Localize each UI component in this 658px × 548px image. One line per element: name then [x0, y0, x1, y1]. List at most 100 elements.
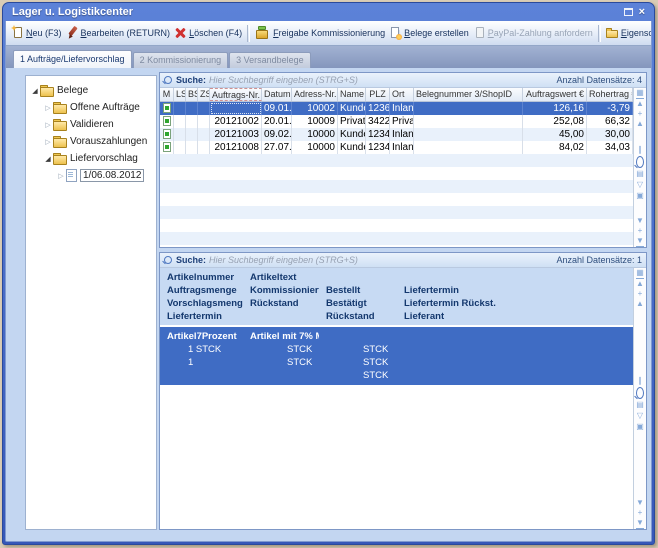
- grid-view-icon[interactable]: ▤: [636, 169, 644, 179]
- cell-plz: 1234: [366, 128, 390, 141]
- cell-ort: Inland: [390, 141, 414, 154]
- scroll-top-icon[interactable]: ▲: [636, 278, 644, 289]
- tab-shipping[interactable]: 3 Versandbelege: [229, 52, 311, 68]
- tree-node-liefervorschlag-1[interactable]: ▷1/06.08.2012: [26, 167, 156, 184]
- toolbar-button-edit[interactable]: Bearbeiten (RETURN): [64, 25, 173, 41]
- filter-icon[interactable]: ▽: [637, 411, 643, 421]
- column-chooser-icon[interactable]: ▦: [636, 268, 644, 278]
- column-header-7[interactable]: Name: [338, 88, 366, 101]
- tree-node-liefervorschlag[interactable]: ◢Liefervorschlag: [26, 150, 156, 167]
- cell-auftragswert: 126,16: [523, 102, 587, 115]
- scroll-bottom-icon[interactable]: ▼: [636, 236, 644, 247]
- export-icon[interactable]: ▣: [636, 191, 644, 201]
- add-record-icon[interactable]: +: [638, 289, 643, 299]
- scroll-up-group: ▲+▲: [636, 98, 644, 129]
- search-icon[interactable]: [636, 156, 644, 168]
- close-button[interactable]: ×: [639, 7, 645, 17]
- tree-panel: ◢Belege▷Offene Aufträge▷Validieren▷Vorau…: [25, 75, 157, 530]
- scroll-down-group: ▼+▼: [636, 498, 644, 529]
- tree-node-belege[interactable]: ◢Belege: [26, 82, 156, 99]
- folder-icon: [40, 85, 54, 96]
- order-row-icon-cell: [160, 141, 174, 154]
- field-label-row: AuftragsmengeKommissioniertBestelltLiefe…: [160, 284, 633, 297]
- column-chooser-icon[interactable]: ▦: [636, 88, 644, 98]
- cell-belegnummer: [414, 141, 523, 154]
- resize-columns-icon[interactable]: ∥: [638, 145, 642, 155]
- orders-grid: MLSBSZSAuftrags-Nr.DatumAdress-Nr.NamePL…: [160, 88, 633, 247]
- scroll-up-icon[interactable]: ▲: [636, 119, 644, 129]
- field-label: Auftragsmenge: [160, 284, 243, 297]
- cell-zs: [198, 141, 210, 154]
- add-record-icon[interactable]: +: [638, 508, 643, 518]
- selected-item-record[interactable]: Artikel7ProzentArtikel mit 7% MwSt.1 STC…: [160, 327, 633, 385]
- toolbar-button-delete[interactable]: Löschen (F4): [172, 25, 244, 41]
- add-record-icon[interactable]: +: [638, 226, 643, 236]
- tree-node-validieren[interactable]: ▷Validieren: [26, 116, 156, 133]
- tree-node-offene-auftraege[interactable]: ▷Offene Aufträge: [26, 99, 156, 116]
- scroll-down-icon[interactable]: ▼: [636, 498, 644, 508]
- column-header-2[interactable]: BS: [186, 88, 198, 101]
- toolbar-button-release-picking[interactable]: Freigabe Kommissionierung: [253, 25, 387, 41]
- cell-ls: [174, 102, 186, 115]
- toolbar-button-create-documents[interactable]: Belege erstellen: [387, 25, 471, 41]
- cell-auftragswert: 45,00: [523, 128, 587, 141]
- collapsed-arrow-icon[interactable]: ▷: [43, 104, 53, 112]
- column-header-9[interactable]: Ort: [390, 88, 414, 101]
- order-row[interactable]: 09.01.10002Kunde1236Inland126,16-3,79: [160, 102, 633, 115]
- column-header-11[interactable]: Auftragswert €: [523, 88, 587, 101]
- column-header-4[interactable]: Auftrags-Nr.: [210, 88, 262, 101]
- grid-view-icon[interactable]: ▤: [636, 400, 644, 410]
- orders-search-input[interactable]: Hier Suchbegriff eingeben (STRG+S): [209, 75, 553, 85]
- record-value: Artikel7Prozent: [160, 330, 243, 343]
- order-row[interactable]: 2012100309.02.10000Kunde1234Inland45,003…: [160, 128, 633, 141]
- scroll-down-icon[interactable]: ▼: [636, 216, 644, 226]
- items-record-count: Anzahl Datensätze: 1: [556, 255, 642, 265]
- record-value: Artikel mit 7% MwSt.: [243, 330, 319, 343]
- cell-datum: 09.02.: [262, 128, 292, 141]
- empty-row: [160, 180, 633, 193]
- tab-picking[interactable]: 2 Kommissionierung: [133, 52, 229, 68]
- column-header-5[interactable]: Datum: [262, 88, 292, 101]
- export-icon[interactable]: ▣: [636, 422, 644, 432]
- column-header-10[interactable]: Belegnummer 3/ShopID: [414, 88, 523, 101]
- tree-node-vorauszahlungen[interactable]: ▷Vorauszahlungen: [26, 133, 156, 150]
- scroll-bottom-icon[interactable]: ▼: [636, 518, 644, 529]
- restore-button[interactable]: [624, 8, 633, 16]
- titlebar: Lager u. Logistikcenter ×: [5, 3, 652, 21]
- column-header-3[interactable]: ZS: [198, 88, 210, 101]
- column-header-8[interactable]: PLZ: [366, 88, 390, 101]
- items-search-input[interactable]: Hier Suchbegriff eingeben (STRG+S): [209, 255, 553, 265]
- cell-adress_nr: 10002: [292, 102, 338, 115]
- toolbar-button-new[interactable]: Neu (F3): [9, 25, 64, 41]
- toolbar-button-label: Belege erstellen: [404, 28, 469, 38]
- collapsed-arrow-icon[interactable]: ▷: [43, 121, 53, 129]
- column-header-0[interactable]: M: [160, 88, 174, 101]
- record-value: [397, 356, 633, 369]
- document-status-icon: [163, 116, 171, 126]
- cell-name: Kunde: [338, 128, 366, 141]
- scroll-top-icon[interactable]: ▲: [636, 98, 644, 109]
- toolbar-button-properties[interactable]: Eigenschaften: [604, 25, 651, 41]
- tab-orders[interactable]: 1 Aufträge/Liefervorschlag: [13, 50, 132, 68]
- collapsed-arrow-icon[interactable]: ▷: [56, 172, 66, 180]
- column-header-6[interactable]: Adress-Nr.: [292, 88, 338, 101]
- scroll-up-icon[interactable]: ▲: [636, 299, 644, 309]
- toolbar-button-paypal-request[interactable]: PayPal-Zahlung anfordern: [471, 25, 595, 41]
- add-record-icon[interactable]: +: [638, 109, 643, 119]
- filter-icon[interactable]: ▽: [637, 180, 643, 190]
- order-row[interactable]: 2012100220.01.10009Privat K3422Privat252…: [160, 115, 633, 128]
- toolbar-button-label: Löschen (F4): [189, 28, 242, 38]
- column-header-12[interactable]: Rohertrag €: [587, 88, 633, 101]
- resize-columns-icon[interactable]: ∥: [638, 376, 642, 386]
- document-icon: [66, 169, 77, 182]
- search-icon[interactable]: [636, 387, 644, 399]
- expanded-arrow-icon[interactable]: ◢: [30, 87, 40, 95]
- column-header-1[interactable]: LS: [174, 88, 186, 101]
- order-row[interactable]: 2012100827.07.10000Kunde1234Inland84,023…: [160, 141, 633, 154]
- collapsed-arrow-icon[interactable]: ▷: [43, 138, 53, 146]
- cell-ls: [174, 141, 186, 154]
- label-rest: igenschaften: [627, 28, 651, 38]
- record-value: 1: [160, 356, 243, 369]
- expanded-arrow-icon[interactable]: ◢: [43, 155, 53, 163]
- delete-icon: [174, 26, 187, 40]
